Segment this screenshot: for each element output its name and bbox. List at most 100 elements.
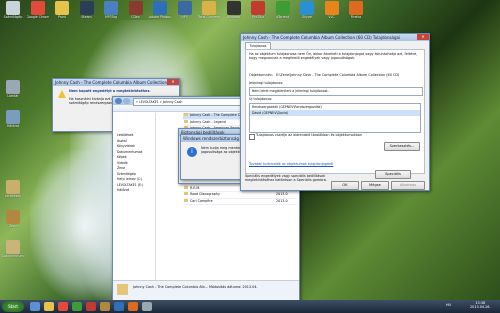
app-icon: [202, 1, 216, 15]
taskbar-app-icon[interactable]: [142, 302, 152, 311]
object-value: E:\Zene\Johnny Cash - The Complete Colum…: [276, 73, 400, 77]
more-info-link[interactable]: További tudnivalók az objektumok tulajdo…: [249, 162, 333, 166]
desktop-icon[interactable]: Hálózat: [2, 110, 24, 128]
cancel-button[interactable]: Mégse: [361, 181, 389, 190]
desktop-icon[interactable]: VLC: [321, 1, 343, 19]
desktop-icon-label: Skype: [302, 15, 312, 19]
owner-panel: Ha az objektum tulajdonosa nem Ön, akkor…: [245, 49, 425, 174]
desktop-icon-label: Adobe Photoshop: [149, 15, 171, 19]
file-row[interactable]: Road Discography 2013.0: [183, 192, 297, 199]
clock-date: 2013.04.26.: [470, 305, 491, 309]
app-icon: [55, 1, 69, 15]
desktop-icon[interactable]: Dokumentumok: [2, 240, 24, 258]
address-bar[interactable]: « LEVOLTAKE1 » Johnny Cash: [133, 98, 247, 106]
desktop-icon[interactable]: Adobe Photoshop: [149, 1, 171, 19]
desktop-icon-label: MP3Tag: [104, 15, 118, 19]
desktop-icon[interactable]: Firefox: [345, 1, 367, 19]
desktop-icon[interactable]: Paint: [51, 1, 73, 19]
file-row[interactable]: Carl Campfire 2013.0: [183, 198, 297, 206]
current-owner-field: Nem lehet megjeleníteni a jelenlegi tula…: [249, 87, 423, 96]
nav-item[interactable]: Hálózat: [113, 188, 155, 194]
taskbar-app-icon[interactable]: [128, 302, 138, 311]
desktop-icon-label: Steam: [81, 15, 92, 19]
folder-icon: [184, 113, 188, 116]
apply-button[interactable]: Alkalmaz: [391, 181, 425, 190]
properties-window: Johnny Cash - The Complete Columbia Albu…: [240, 33, 430, 191]
desktop-icon-label: Google Chrome: [26, 15, 49, 19]
desktop-icon[interactable]: FileZilla: [247, 1, 269, 19]
replace-owner-label: Tulajdonos cseréje az alárendelt tárolók…: [256, 133, 362, 137]
desktop-icon[interactable]: Google Chrome: [27, 1, 49, 19]
app-icon: [324, 1, 339, 15]
info-icon: i: [187, 147, 197, 157]
desktop-icon[interactable]: Letöltések: [2, 180, 24, 198]
file-date: 2013.0: [276, 198, 288, 203]
folder-icon: [117, 284, 128, 295]
app-icon: [153, 1, 167, 15]
owner-list-item[interactable]: Dávid (GEPNEV\David): [250, 110, 420, 116]
folder-icon: [184, 192, 188, 196]
app-icon: [6, 180, 20, 194]
details-pane: Johnny Cash - The Complete Columbia Alb.…: [113, 280, 299, 301]
desktop-icon[interactable]: Skype: [296, 1, 318, 19]
desktop-icon[interactable]: MP3Tag: [100, 1, 122, 19]
desktop-icon-label: CDex: [131, 15, 140, 19]
folder-icon: [184, 119, 188, 123]
status-text: Johnny Cash - The Complete Columbia Alb.…: [133, 285, 258, 289]
desktop-icon[interactable]: CDex: [125, 1, 147, 19]
clock[interactable]: 13:38 2013.04.26.: [470, 301, 491, 309]
close-icon[interactable]: ✕: [167, 79, 179, 85]
warning-icon: [58, 90, 66, 98]
desktop-icon[interactable]: Zene: [2, 210, 24, 228]
app-icon: [30, 1, 45, 15]
forward-icon[interactable]: [123, 98, 130, 104]
current-owner-label: Jelenlegi tulajdonos:: [249, 81, 284, 85]
desktop-icon[interactable]: Lomtár: [2, 80, 24, 98]
desktop-icon-label: Zene: [8, 224, 18, 228]
dialog-title: Johnny Cash - The Complete Columbia Albu…: [53, 79, 179, 86]
file-name: Road Discography: [190, 192, 220, 197]
app-icon: [128, 1, 143, 15]
app-icon: [6, 210, 20, 224]
properties-title: Johnny Cash - The Complete Columbia Albu…: [241, 34, 429, 41]
desktop-icon[interactable]: NFS: [174, 1, 196, 19]
taskbar-app-icon[interactable]: [30, 302, 40, 311]
taskbar-app-icon[interactable]: [114, 302, 124, 311]
owner-list: Rendszergazdák (GEPNEV\Rendszergazdák) Dá…: [249, 103, 421, 133]
replace-owner-checkbox[interactable]: [249, 134, 255, 140]
desktop-icon[interactable]: Számítógép: [2, 1, 24, 19]
desktop-icon-label: Winamp: [226, 15, 241, 19]
taskbar-app-icon[interactable]: [100, 302, 110, 311]
app-icon: [6, 1, 20, 15]
desktop-icon[interactable]: uTorrent: [272, 1, 294, 19]
navigation-pane: Letöltések Asztal Könyvtárak Dokumentumok Ké…: [113, 113, 156, 303]
special-button[interactable]: Speciális: [375, 170, 411, 179]
app-icon: [300, 1, 314, 15]
desktop-icon[interactable]: Winamp: [223, 1, 245, 19]
taskbar-app-icon[interactable]: [86, 302, 96, 311]
app-icon: [177, 1, 192, 15]
start-button[interactable]: Start: [2, 301, 24, 312]
error-message: Nem kapott engedélyt a megtekintéséhez.: [69, 89, 151, 93]
desktop-icon-label: Total Commander: [198, 15, 220, 19]
object-label: Objektumnév:: [249, 73, 273, 77]
desktop-icon-label: Számítógép: [3, 15, 23, 19]
desktop-icon[interactable]: Steam: [76, 1, 98, 19]
app-icon: [6, 80, 20, 94]
language-indicator[interactable]: HU: [446, 303, 451, 307]
intro-text: Ha az objektum tulajdonosa nem Ön, akkor…: [249, 52, 418, 61]
file-date: 2013.0: [276, 192, 288, 197]
taskbar-app-icon[interactable]: [44, 302, 54, 311]
taskbar-app-icon[interactable]: [72, 302, 82, 311]
folder-icon: [184, 185, 188, 189]
taskbar-app-icon[interactable]: [58, 302, 68, 311]
close-icon[interactable]: ✕: [417, 34, 429, 40]
desktop-icon-label: VLC: [328, 15, 335, 19]
ok-button[interactable]: OK: [331, 181, 359, 190]
desktop-icon-label: Paint: [58, 15, 66, 19]
desktop-icon[interactable]: Total Commander: [198, 1, 220, 19]
app-icon: [6, 240, 20, 254]
app-icon: [275, 1, 290, 15]
edit-button[interactable]: Szerkesztés...: [384, 142, 420, 151]
back-icon[interactable]: [115, 98, 122, 104]
